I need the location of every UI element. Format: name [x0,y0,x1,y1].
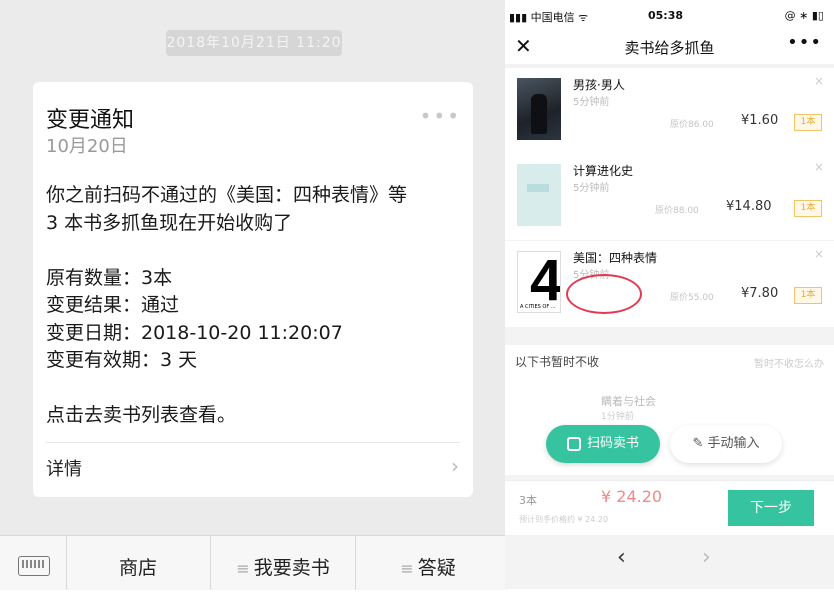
book-item[interactable]: 男孩·男人 5分钟前 × 原价86.00 ¥1.60 1本 [505,68,834,154]
change-result: 变更结果：通过 [46,294,180,316]
back-icon[interactable]: ‹ [617,545,626,570]
highlight-circle [566,274,642,314]
battery-icon: @ ∗ ▮▯ [784,9,824,22]
title-bar: ✕ 卖书给多抓鱼 ••• [505,32,834,64]
book-price: ¥7.80 [741,286,779,301]
book-title: 计算进化史 [573,164,634,178]
book-count: 3本 [519,494,537,507]
ellipsis-icon[interactable]: ••• [420,104,461,128]
card-body: 你之前扫码不通过的《美国：四种表情》等 3 本书多抓鱼现在开始收购了 原有数量：… [46,182,461,430]
book-subtitle: 5分钟前 [573,183,610,194]
scan-button[interactable]: 扫码卖书 [546,425,660,463]
keyboard-toggle-button[interactable] [0,536,67,590]
original-price: 原价55.00 [670,293,714,303]
call-to-action: 点击去卖书列表查看。 [46,404,237,426]
book-title: 美国：四种表情 [573,251,658,265]
original-quantity: 原有数量：3本 [46,266,173,289]
change-date: 变更日期：2018-10-20 11:20:07 [46,321,343,344]
quantity-tag: 1本 [794,287,822,304]
book-item[interactable]: 4 A CITIES OF ... 美国：四种表情 5分钟前 × 原价55.00… [505,241,834,327]
remove-icon[interactable]: × [814,74,824,88]
book-title: 男孩·男人 [573,78,625,92]
more-icon[interactable]: ••• [787,32,822,53]
notification-card[interactable]: 变更通知 ••• 10月20日 你之前扫码不通过的《美国：四种表情》等 3 本书… [33,82,473,497]
menu-item-shop[interactable]: 商店 [66,536,211,590]
wechat-chat-panel: 2018年10月21日 11:20 变更通知 ••• 10月20日 你之前扫码不… [0,0,508,590]
price-note: 预计到手价格约 ¥ 24.20 [519,515,609,524]
quantity-tag: 1本 [794,200,822,217]
status-time: 05:38 [648,9,684,22]
page-title: 卖书给多抓鱼 [624,39,715,57]
book-item[interactable]: 计算进化史 5分钟前 × 原价88.00 ¥14.80 1本 [505,154,834,240]
manual-input-button[interactable]: ✎ 手动输入 [670,425,782,463]
pencil-icon: ✎ [692,436,708,451]
divider [46,442,460,443]
total-price: ¥ 24.20 [601,487,663,506]
status-bar: ▮▮▮ 中国电信 ᯤ 05:38 @ ∗ ▮▯ [505,0,834,32]
chevron-right-icon: › [451,454,459,478]
phone-screen: ▮▮▮ 中国电信 ᯤ 05:38 @ ∗ ▮▯ ✕ 卖书给多抓鱼 ••• 男孩·… [505,0,834,589]
forward-icon[interactable]: › [702,545,711,570]
remove-icon[interactable]: × [814,160,824,174]
remove-icon[interactable]: × [814,247,824,261]
detail-link[interactable]: 详情 [46,455,82,481]
cover-text: A CITIES OF ... [520,304,556,310]
validity-period: 变更有效期：3 天 [46,349,198,371]
excluded-label: 以下书暂时不收 [515,355,600,369]
browser-nav-bar: ‹ › [505,535,834,589]
card-title: 变更通知 [46,108,135,133]
book-price: ¥14.80 [726,199,772,214]
chat-timestamp: 2018年10月21日 11:20 [166,30,342,56]
scan-icon [566,436,581,451]
quantity-tag: 1本 [794,114,822,131]
excluded-help-link[interactable]: 暂时不收怎么办 [754,355,824,370]
excluded-book-title: 瞒着与社会 [601,395,656,408]
card-date: 10月20日 [46,136,128,157]
keyboard-icon [18,556,50,576]
menu-item-sell-books[interactable]: ≡ 我要卖书 [211,536,356,590]
original-price: 原价88.00 [655,206,699,216]
official-account-menu: 商店 ≡ 我要卖书 ≡ 答疑 [0,535,508,590]
message-line: 你之前扫码不通过的《美国：四种表情》等 [46,184,408,206]
book-cover [517,164,561,226]
checkout-footer: 3本 ¥ 24.20 预计到手价格约 ¥ 24.20 下一步 [505,480,834,536]
original-price: 原价86.00 [670,120,714,130]
menu-lines-icon: ≡ [400,559,414,578]
next-button[interactable]: 下一步 [728,490,814,526]
book-cover [517,78,561,140]
message-line: 3 本书多抓鱼现在开始收购了 [46,211,293,234]
menu-lines-icon: ≡ [236,559,250,578]
excluded-book-subtitle: 1分钟前 [601,412,634,422]
book-cover: 4 A CITIES OF ... [517,251,561,313]
menu-item-faq[interactable]: ≡ 答疑 [356,536,500,590]
carrier-label: ▮▮▮ 中国电信 ᯤ [509,11,589,24]
book-subtitle: 5分钟前 [573,97,610,108]
book-price: ¥1.60 [741,113,779,128]
